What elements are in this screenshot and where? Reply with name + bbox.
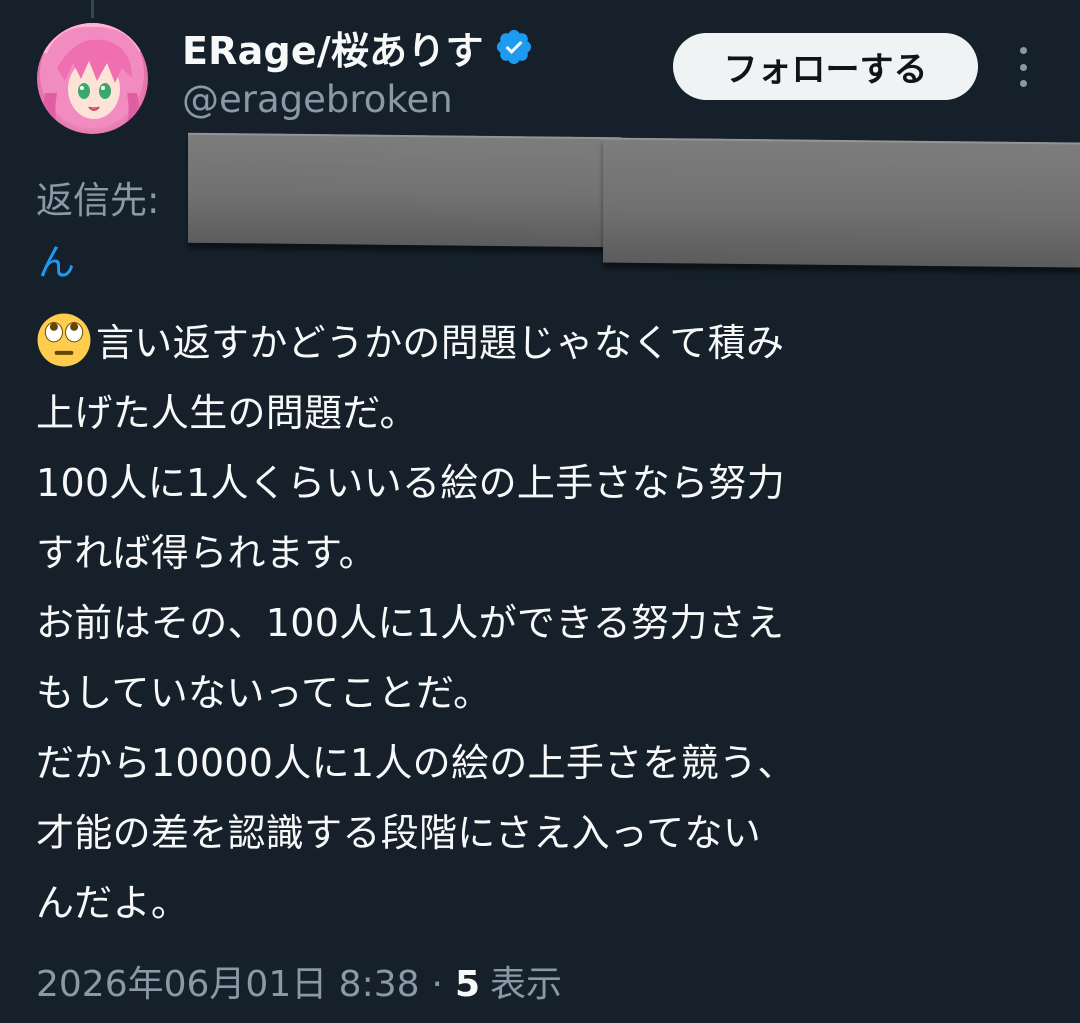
reply-to-handle[interactable]: ん — [38, 232, 75, 286]
anime-avatar-icon — [40, 23, 144, 134]
reply-to-label: 返信先: — [36, 179, 160, 222]
more-dot — [1019, 80, 1027, 87]
display-name-row[interactable]: ERage/桜ありす — [182, 20, 534, 75]
tweet-meta: 2026年06月01日 8:38 · 5 表示 — [36, 955, 562, 1007]
thread-connector-line — [91, 0, 94, 18]
tweet-line-text: 言い返すかどうかの問題じゃなくて積み — [96, 321, 785, 365]
more-vertical-icon[interactable] — [1010, 45, 1036, 89]
tweet-line: んだよ。 — [36, 881, 190, 925]
tweet-line: お前はその、100人に1人ができる努力さえ — [36, 601, 785, 645]
face-with-rolling-eyes-icon — [37, 313, 91, 367]
verified-badge-icon — [496, 29, 531, 65]
tweet-timestamp[interactable]: 2026年06月01日 8:38 — [36, 955, 420, 1007]
tweet-line: もしていないってことだ。 — [36, 671, 492, 715]
view-label: 表示 — [490, 964, 563, 1005]
redaction-block — [603, 137, 1080, 268]
tweet-line: 才能の差を認識する段階にさえ入ってない — [36, 811, 762, 855]
tweet-line: すれば得られます。 — [36, 531, 377, 575]
redaction-block — [188, 132, 621, 248]
tweet-line: 上げた人生の問題だ。 — [36, 391, 418, 435]
avatar[interactable] — [37, 23, 148, 134]
display-name[interactable]: ERage/桜ありす — [182, 20, 484, 75]
user-handle[interactable]: @eragebroken — [182, 78, 453, 121]
tweet-text: 言い返すかどうかの問題じゃなくて積み 上げた人生の問題だ。 100人に1人くらい… — [36, 308, 1046, 938]
follow-button[interactable]: フォローする — [673, 33, 978, 100]
more-dot — [1019, 47, 1027, 54]
more-dot — [1019, 63, 1027, 71]
tweet-line: だから10000人に1人の絵の上手さを競う、 — [36, 741, 796, 785]
tweet-line: 100人に1人くらいいる絵の上手さなら努力 — [36, 461, 786, 505]
view-count: 5 — [454, 964, 481, 1005]
tweet-line: 言い返すかどうかの問題じゃなくて積み — [36, 308, 1046, 378]
meta-separator: · — [431, 964, 443, 1005]
